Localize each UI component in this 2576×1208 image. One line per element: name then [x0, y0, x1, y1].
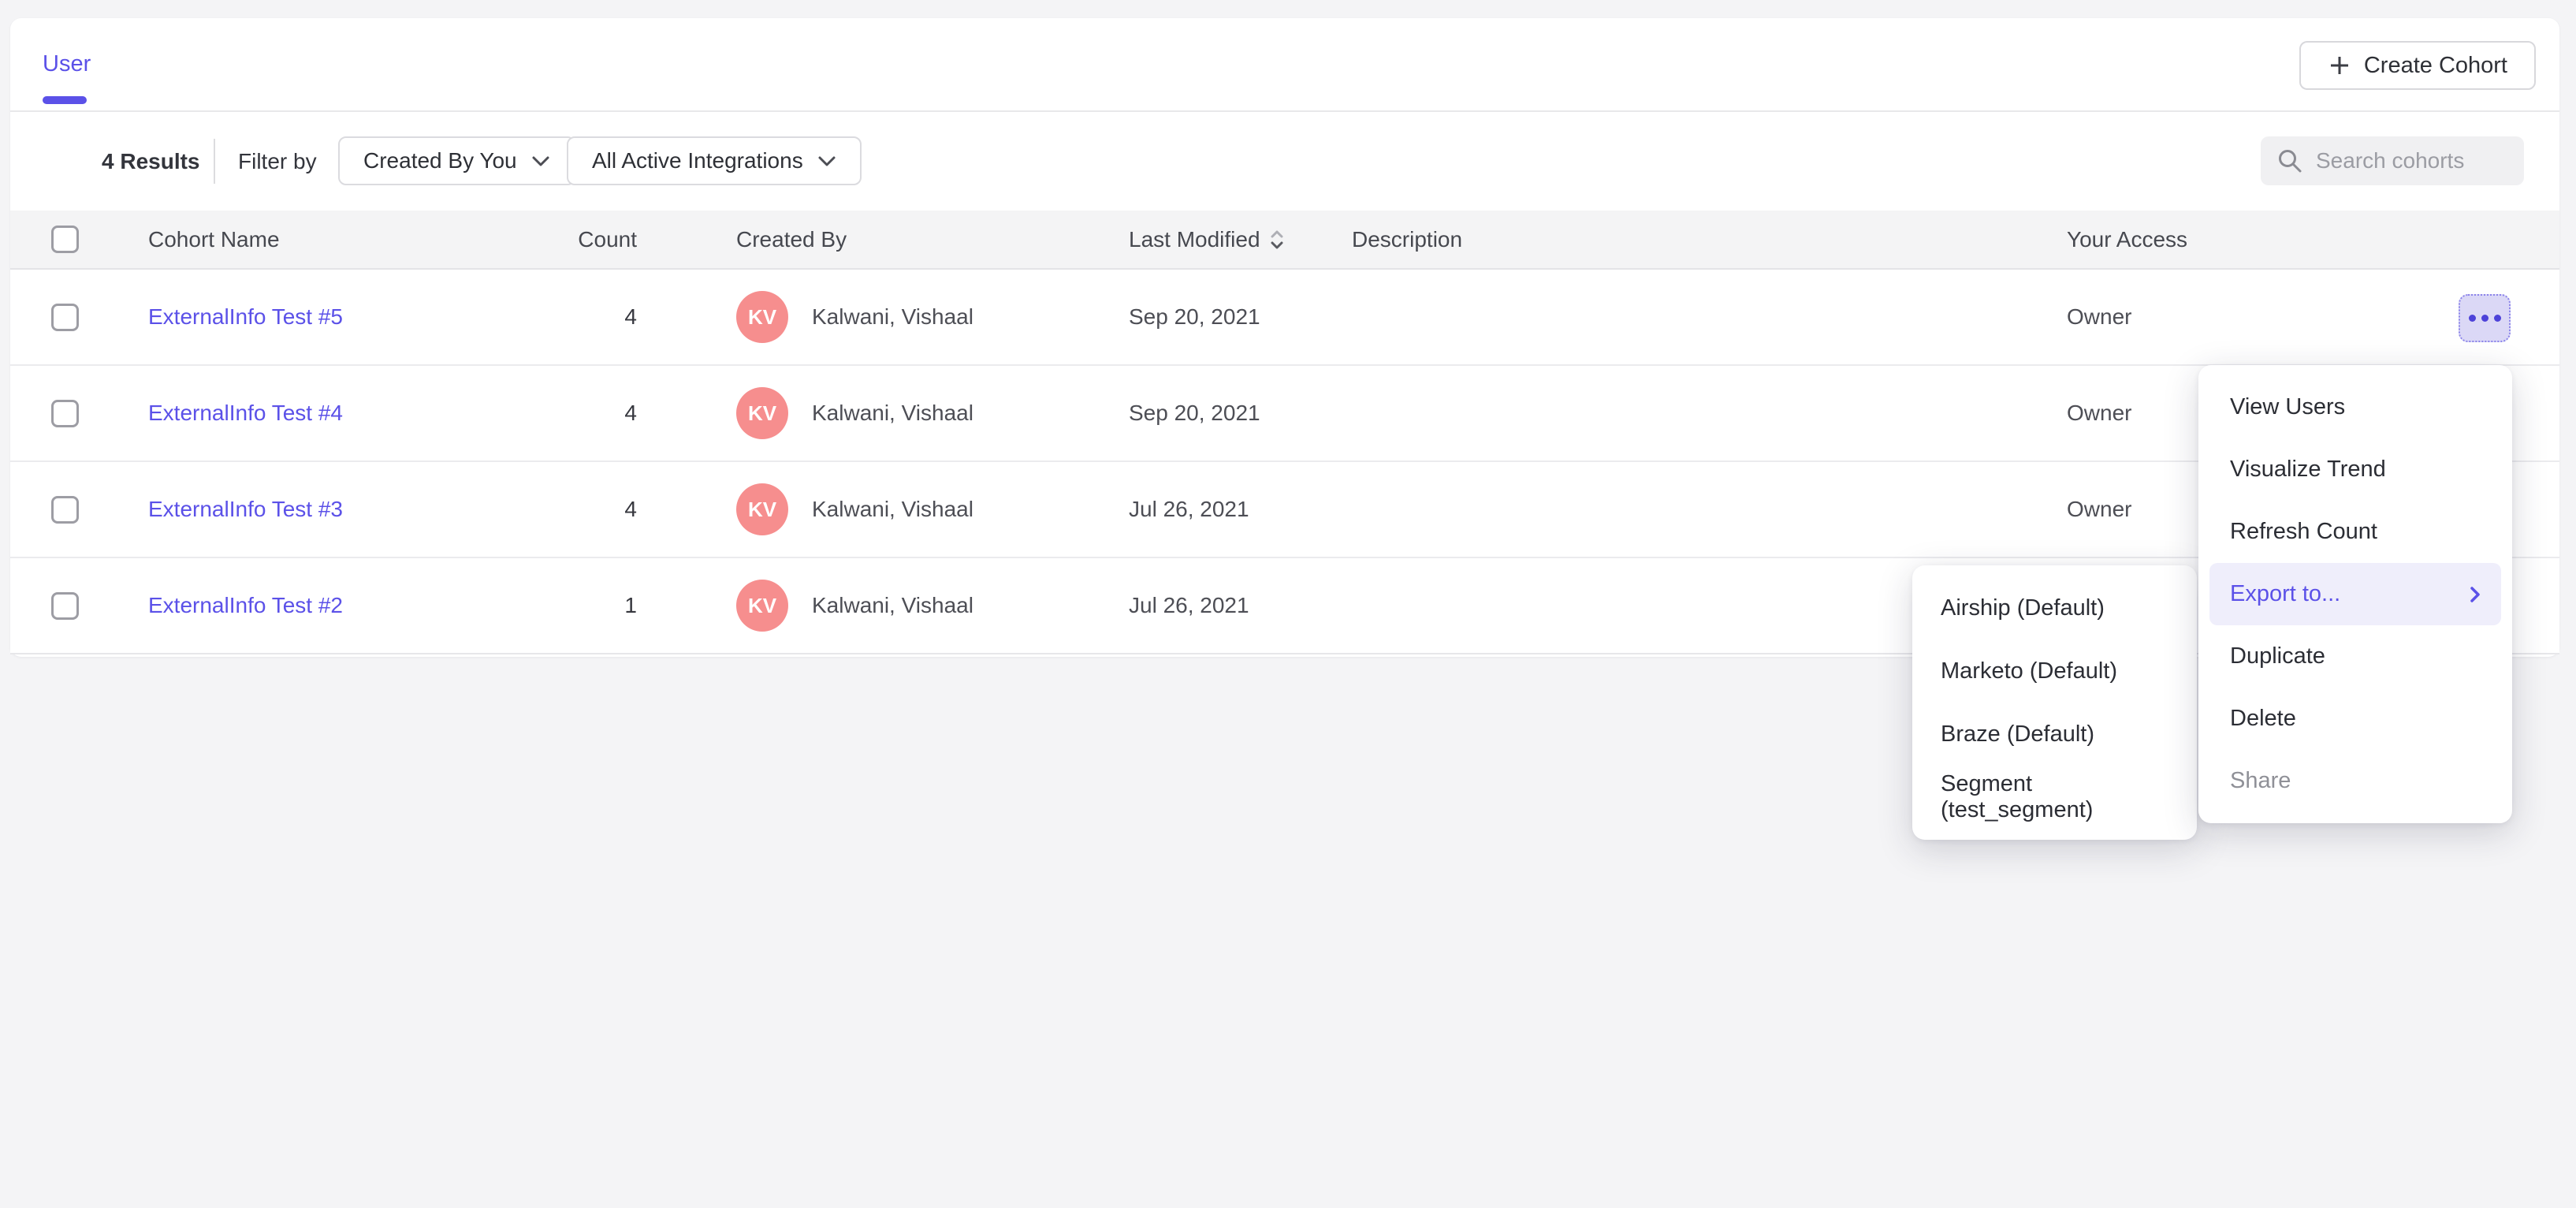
cohorts-card: User Create Cohort 4 Results Filter by C…: [10, 18, 2559, 657]
creator-name: Kalwani, Vishaal: [812, 304, 973, 330]
cohort-count: 4: [503, 304, 638, 330]
cohort-count: 4: [503, 497, 638, 522]
menu-item-label: Braze (Default): [1941, 721, 2094, 748]
col-header-last-modified[interactable]: Last Modified: [1129, 227, 1352, 252]
created-by-dropdown[interactable]: Created By You: [338, 136, 575, 185]
last-modified-date: Sep 20, 2021: [1129, 401, 1352, 426]
menu-item-export-to[interactable]: Export to...: [2209, 563, 2501, 625]
avatar: KV: [736, 291, 788, 343]
integrations-dropdown-value: All Active Integrations: [592, 148, 803, 173]
chevron-right-icon: [2470, 585, 2481, 604]
col-header-created-by: Created By: [638, 227, 1129, 252]
menu-item-refresh-count[interactable]: Refresh Count: [2209, 501, 2501, 563]
active-tab-underline: [43, 96, 87, 104]
ellipsis-icon: [2469, 315, 2476, 322]
col-header-cohort-name: Cohort Name: [148, 227, 503, 252]
last-modified-label: Last Modified: [1129, 227, 1260, 252]
search-icon: [2276, 147, 2303, 174]
search-cohorts-input[interactable]: [2316, 148, 2508, 173]
table-header-row: Cohort Name Count Created By Last Modifi…: [10, 211, 2559, 270]
submenu-item-airship[interactable]: Airship (Default): [1923, 576, 2186, 639]
last-modified-date: Jul 26, 2021: [1129, 497, 1352, 522]
cohort-name-link[interactable]: ExternalInfo Test #5: [148, 304, 343, 329]
row-actions-button[interactable]: [2459, 294, 2511, 342]
toolbar: 4 Results Filter by Created By You All A…: [10, 112, 2559, 211]
menu-item-label: Airship (Default): [1941, 595, 2105, 621]
integrations-dropdown[interactable]: All Active Integrations: [567, 136, 862, 185]
col-header-description: Description: [1352, 227, 2067, 252]
export-submenu: Airship (Default) Marketo (Default) Braz…: [1912, 565, 2197, 840]
creator-name: Kalwani, Vishaal: [812, 593, 973, 618]
select-all-checkbox[interactable]: [51, 226, 79, 253]
results-count: 4 Results: [102, 149, 200, 174]
row-checkbox[interactable]: [51, 304, 79, 331]
menu-item-label: View Users: [2230, 394, 2345, 420]
creator-name: Kalwani, Vishaal: [812, 497, 973, 522]
menu-item-delete[interactable]: Delete: [2209, 688, 2501, 750]
menu-item-label: Visualize Trend: [2230, 457, 2386, 483]
tab-bar: User Create Cohort: [10, 18, 2559, 112]
submenu-item-braze[interactable]: Braze (Default): [1923, 703, 2186, 766]
menu-item-label: Segment (test_segment): [1941, 771, 2168, 823]
col-header-count: Count: [503, 227, 638, 252]
menu-item-label: Export to...: [2230, 581, 2340, 607]
table-row: ExternalInfo Test #4 4 KV Kalwani, Visha…: [10, 366, 2559, 462]
avatar: KV: [736, 387, 788, 439]
menu-item-label: Refresh Count: [2230, 519, 2377, 545]
cohort-count: 4: [503, 401, 638, 426]
tab-user-label: User: [43, 51, 91, 77]
filter-by-label: Filter by: [238, 149, 317, 174]
chevron-down-icon: [531, 155, 550, 167]
row-checkbox[interactable]: [51, 496, 79, 524]
avatar: KV: [736, 580, 788, 632]
create-cohort-button[interactable]: Create Cohort: [2299, 41, 2536, 90]
cohort-name-link[interactable]: ExternalInfo Test #3: [148, 497, 343, 521]
created-by-dropdown-value: Created By You: [363, 148, 517, 173]
menu-item-duplicate[interactable]: Duplicate: [2209, 625, 2501, 688]
menu-item-visualize-trend[interactable]: Visualize Trend: [2209, 438, 2501, 501]
cohort-name-link[interactable]: ExternalInfo Test #2: [148, 593, 343, 617]
table-row: ExternalInfo Test #3 4 KV Kalwani, Visha…: [10, 462, 2559, 558]
toolbar-divider: [214, 139, 215, 184]
cohort-count: 1: [503, 593, 638, 618]
avatar: KV: [736, 483, 788, 535]
menu-item-view-users[interactable]: View Users: [2209, 376, 2501, 438]
sort-icon: [1270, 230, 1284, 249]
table-row: ExternalInfo Test #5 4 KV Kalwani, Visha…: [10, 270, 2559, 366]
row-context-menu: View Users Visualize Trend Refresh Count…: [2198, 365, 2512, 823]
menu-item-share: Share: [2209, 750, 2501, 812]
col-header-your-access: Your Access: [2067, 227, 2559, 252]
last-modified-date: Sep 20, 2021: [1129, 304, 1352, 330]
row-checkbox[interactable]: [51, 592, 79, 620]
submenu-item-marketo[interactable]: Marketo (Default): [1923, 639, 2186, 703]
row-checkbox[interactable]: [51, 400, 79, 427]
create-cohort-label: Create Cohort: [2364, 53, 2507, 79]
menu-item-label: Delete: [2230, 706, 2296, 732]
menu-item-label: Duplicate: [2230, 643, 2325, 669]
search-cohorts-box: [2261, 136, 2524, 185]
creator-name: Kalwani, Vishaal: [812, 401, 973, 426]
chevron-down-icon: [817, 155, 836, 167]
cohort-name-link[interactable]: ExternalInfo Test #4: [148, 401, 343, 425]
submenu-item-segment[interactable]: Segment (test_segment): [1923, 766, 2186, 829]
last-modified-date: Jul 26, 2021: [1129, 593, 1352, 618]
menu-item-label: Marketo (Default): [1941, 658, 2117, 684]
menu-item-label: Share: [2230, 768, 2291, 794]
plus-icon: [2328, 54, 2351, 77]
